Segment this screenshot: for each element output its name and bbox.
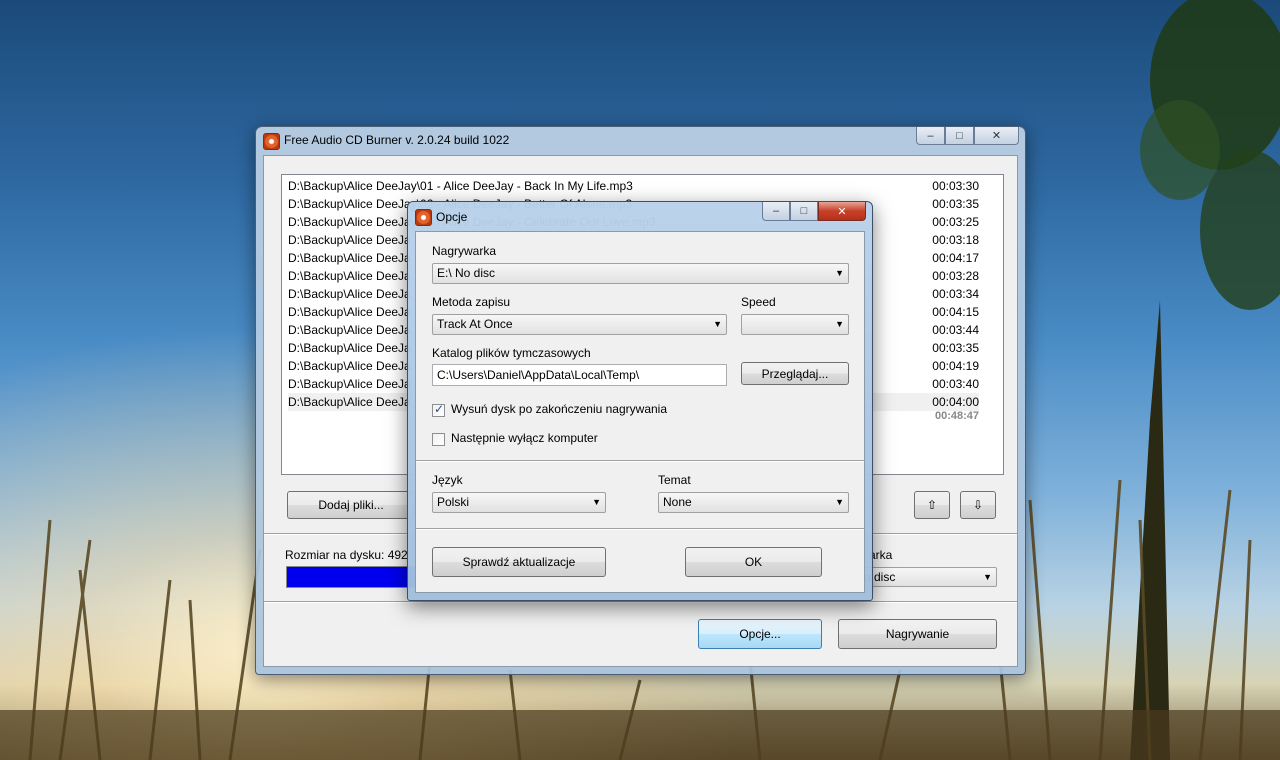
track-path: D:\Backup\Alice DeeJa	[288, 341, 411, 355]
chevron-down-icon: ▼	[713, 319, 722, 329]
separator	[416, 528, 864, 530]
close-button[interactable]: ✕	[974, 127, 1019, 145]
disk-size-label: Rozmiar na dysku: 492	[285, 548, 408, 562]
track-path: D:\Backup\Alice DeeJa	[288, 233, 411, 247]
write-method-select[interactable]: Track At Once ▼	[432, 314, 727, 335]
main-titlebar[interactable]: Free Audio CD Burner v. 2.0.24 build 102…	[256, 127, 1025, 153]
eject-checkbox[interactable]	[432, 402, 445, 417]
options-titlebar[interactable]: Opcje – □ ✕	[408, 202, 872, 228]
ok-button[interactable]: OK	[685, 547, 822, 577]
maximize-button[interactable]: □	[945, 127, 974, 145]
track-duration: 00:03:35	[932, 341, 979, 355]
separator	[264, 601, 1017, 603]
chevron-down-icon: ▼	[983, 572, 992, 582]
arrow-up-icon: ⇧	[926, 498, 938, 512]
browse-button[interactable]: Przeglądaj...	[741, 362, 849, 385]
theme-value: None	[663, 495, 692, 509]
chevron-down-icon: ▼	[835, 497, 844, 507]
track-duration: 00:03:40	[932, 377, 979, 391]
track-path: D:\Backup\Alice DeeJay\01 - Alice DeeJay…	[288, 179, 633, 193]
window-title: Free Audio CD Burner v. 2.0.24 build 102…	[284, 133, 510, 147]
chevron-down-icon: ▼	[592, 497, 601, 507]
track-duration: 00:03:44	[932, 323, 979, 337]
track-row[interactable]: D:\Backup\Alice DeeJay\01 - Alice DeeJay…	[288, 177, 979, 195]
temp-dir-label: Katalog plików tymczasowych	[432, 346, 591, 360]
recorder-select[interactable]: E:\ No disc ▼	[432, 263, 849, 284]
recorder-label: Nagrywarka	[432, 244, 497, 258]
theme-select[interactable]: None ▼	[658, 492, 849, 513]
write-method-label: Metoda zapisu	[432, 295, 511, 309]
separator	[416, 460, 864, 462]
recorder-combo[interactable]: o disc ▼	[859, 567, 997, 587]
options-dialog: Opcje – □ ✕ Nagrywarka E:\ No disc ▼ Met…	[407, 201, 873, 601]
track-duration: 00:03:18	[932, 233, 979, 247]
track-path: D:\Backup\Alice DeeJa	[288, 395, 411, 409]
move-down-button[interactable]: ⇩	[960, 491, 996, 519]
minimize-button[interactable]: –	[762, 202, 790, 221]
options-button[interactable]: Opcje...	[698, 619, 822, 649]
language-label: Język	[432, 473, 463, 487]
language-select[interactable]: Polski ▼	[432, 492, 606, 513]
arrow-down-icon: ⇩	[972, 498, 984, 512]
track-duration: 00:03:28	[932, 269, 979, 283]
move-up-button[interactable]: ⇧	[914, 491, 950, 519]
track-duration: 00:04:00	[932, 395, 979, 409]
recorder-select-value: E:\ No disc	[437, 266, 496, 280]
burn-button[interactable]: Nagrywanie	[838, 619, 997, 649]
close-button[interactable]: ✕	[818, 202, 866, 221]
track-path: D:\Backup\Alice DeeJa	[288, 377, 411, 391]
track-duration: 00:03:35	[932, 197, 979, 211]
app-icon	[263, 133, 280, 150]
chevron-down-icon: ▼	[835, 319, 844, 329]
minimize-button[interactable]: –	[916, 127, 945, 145]
add-files-button[interactable]: Dodaj pliki...	[287, 491, 415, 519]
shutdown-checkbox[interactable]	[432, 433, 445, 446]
eject-label: Wysuń dysk po zakończeniu nagrywania	[451, 402, 668, 416]
track-path: D:\Backup\Alice DeeJa	[288, 269, 411, 283]
track-path: D:\Backup\Alice DeeJa	[288, 323, 411, 337]
disk-usage-bar	[286, 566, 418, 588]
language-value: Polski	[437, 495, 470, 509]
track-duration: 00:03:30	[932, 179, 979, 193]
track-path: D:\Backup\Alice DeeJa	[288, 305, 411, 319]
speed-select[interactable]: ▼	[741, 314, 849, 335]
shutdown-label: Następnie wyłącz komputer	[451, 431, 598, 445]
options-title: Opcje	[436, 210, 468, 224]
temp-dir-input[interactable]: C:\Users\Daniel\AppData\Local\Temp\	[432, 364, 727, 386]
track-duration: 00:04:15	[932, 305, 979, 319]
chevron-down-icon: ▼	[835, 268, 844, 278]
track-path: D:\Backup\Alice DeeJa	[288, 251, 411, 265]
track-duration: 00:04:17	[932, 251, 979, 265]
track-duration: 00:03:34	[932, 287, 979, 301]
check-updates-button[interactable]: Sprawdź aktualizacje	[432, 547, 606, 577]
speed-label: Speed	[741, 295, 776, 309]
maximize-button[interactable]: □	[790, 202, 818, 221]
track-duration: 00:04:19	[932, 359, 979, 373]
tree-silhouette	[1130, 0, 1280, 760]
options-client-area: Nagrywarka E:\ No disc ▼ Metoda zapisu T…	[415, 231, 865, 593]
track-path: D:\Backup\Alice DeeJa	[288, 359, 411, 373]
total-duration: 00:48:47	[934, 410, 979, 422]
app-icon	[415, 209, 432, 226]
theme-label: Temat	[658, 473, 691, 487]
write-method-value: Track At Once	[437, 317, 513, 331]
track-duration: 00:03:25	[932, 215, 979, 229]
track-path: D:\Backup\Alice DeeJa	[288, 287, 411, 301]
